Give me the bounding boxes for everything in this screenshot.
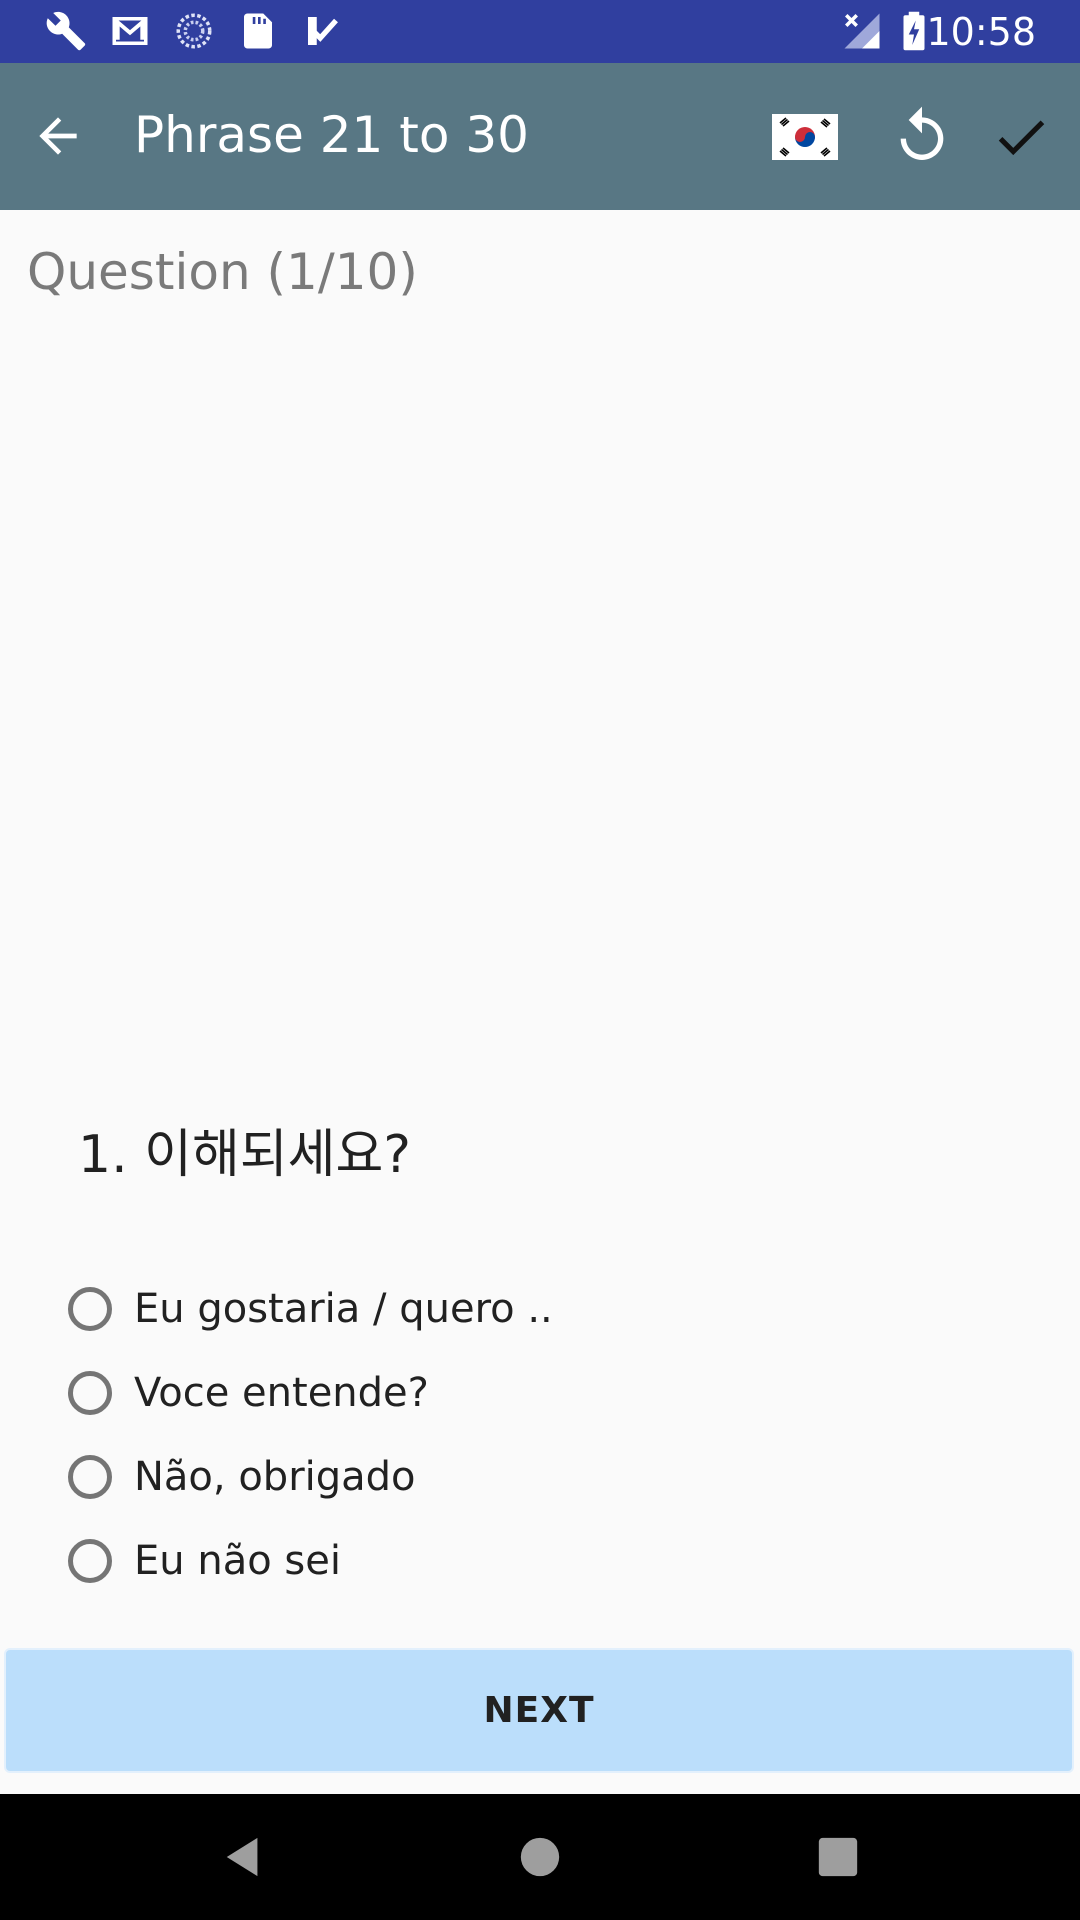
answer-label: Eu gostaria / quero .. <box>134 1286 553 1332</box>
navigation-bar <box>0 1794 1080 1920</box>
question-progress: Question (1/10) <box>27 243 418 301</box>
no-signal-icon <box>840 10 884 52</box>
answer-option[interactable]: Eu não sei <box>66 1519 1016 1603</box>
answer-options: Eu gostaria / quero .. Voce entende? Não… <box>66 1267 1016 1603</box>
arrow-back-icon[interactable] <box>30 108 86 164</box>
check-icon[interactable] <box>990 106 1052 168</box>
clock: 10:58 <box>926 10 1036 54</box>
wrench-icon <box>44 10 88 52</box>
task-check-icon <box>300 10 344 52</box>
answer-option[interactable]: Eu gostaria / quero .. <box>66 1267 1016 1351</box>
sd-card-icon <box>236 10 280 52</box>
radio-button[interactable] <box>68 1455 112 1499</box>
refresh-icon[interactable] <box>890 104 954 168</box>
nav-home-icon[interactable] <box>517 1834 563 1880</box>
answer-label: Não, obrigado <box>134 1454 416 1500</box>
radio-button[interactable] <box>68 1287 112 1331</box>
question-text: 1. 이해되세요? <box>78 1125 411 1185</box>
app-bar: Phrase 21 to 30 <box>0 63 1080 210</box>
answer-label: Voce entende? <box>134 1370 429 1416</box>
answer-option[interactable]: Voce entende? <box>66 1351 1016 1435</box>
gmail-icon <box>108 10 152 52</box>
nav-recents-icon[interactable] <box>815 1834 861 1880</box>
answer-label: Eu não sei <box>134 1538 341 1584</box>
status-bar: 10:58 <box>0 0 1080 63</box>
next-button-label: NEXT <box>483 1690 595 1731</box>
sync-icon <box>172 10 216 52</box>
next-button[interactable]: NEXT <box>4 1648 1074 1773</box>
answer-option[interactable]: Não, obrigado <box>66 1435 1016 1519</box>
korean-flag-icon[interactable] <box>772 114 838 160</box>
radio-button[interactable] <box>68 1539 112 1583</box>
page-title: Phrase 21 to 30 <box>134 106 529 164</box>
nav-back-icon[interactable] <box>221 1834 267 1880</box>
radio-button[interactable] <box>68 1371 112 1415</box>
